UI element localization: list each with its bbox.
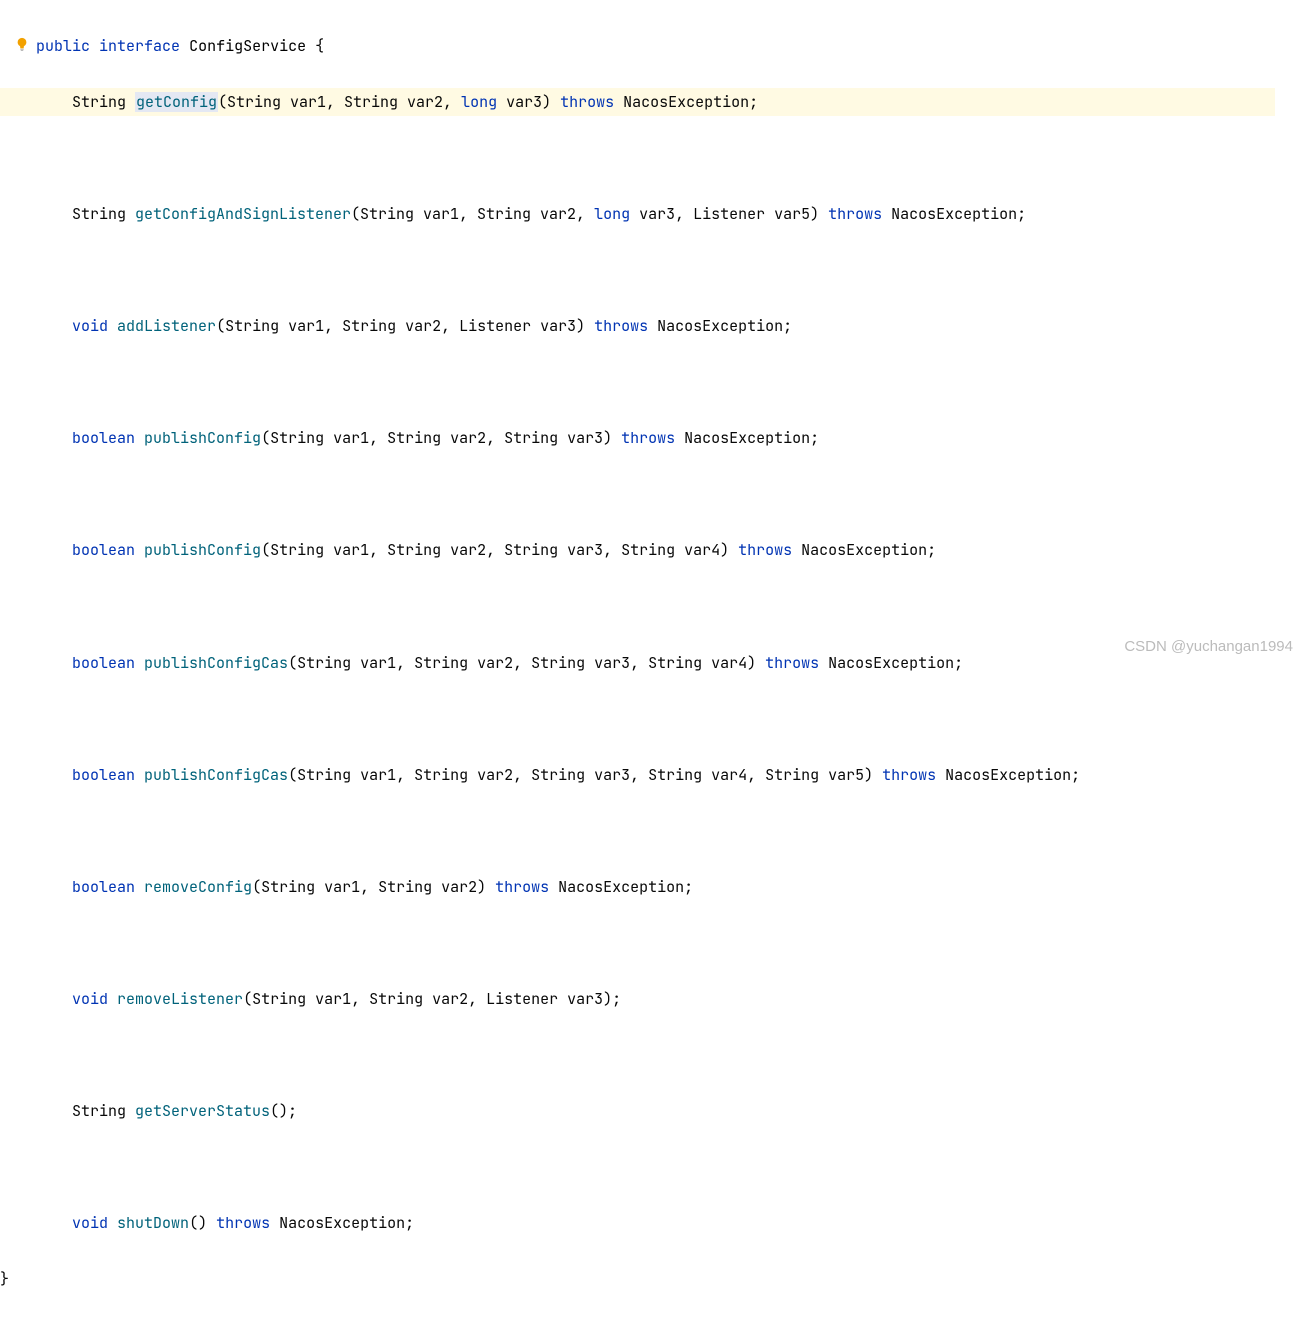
return-type: String bbox=[72, 204, 135, 224]
blank-line[interactable] bbox=[36, 480, 1311, 508]
blank-line[interactable] bbox=[36, 817, 1311, 845]
code-content[interactable]: public interface ConfigService { String … bbox=[36, 0, 1311, 1338]
params: (String var1, String var2, String var3, … bbox=[288, 653, 765, 673]
method-name: shutDown bbox=[117, 1213, 189, 1233]
method-name: publishConfigCas bbox=[144, 653, 288, 673]
params: (String var1, String var2, Listener var3… bbox=[243, 989, 621, 1009]
blank-line[interactable] bbox=[36, 705, 1311, 733]
method-name: getConfigAndSignListener bbox=[135, 204, 351, 224]
blank-line[interactable] bbox=[36, 929, 1311, 957]
blank-line[interactable] bbox=[36, 593, 1311, 621]
keyword-void: void bbox=[72, 316, 108, 336]
params: (String var1, String var2, Listener var3… bbox=[216, 316, 594, 336]
exception: NacosException; bbox=[936, 765, 1080, 785]
code-line[interactable]: boolean removeConfig(String var1, String… bbox=[36, 873, 1311, 901]
code-editor[interactable]: public interface ConfigService { String … bbox=[0, 0, 1311, 1338]
params: (String var1, String var2) bbox=[252, 877, 495, 897]
keyword-boolean: boolean bbox=[72, 428, 135, 448]
method-name: publishConfig bbox=[144, 428, 261, 448]
exception: NacosException; bbox=[549, 877, 693, 897]
params: (String var1, String var2, String var3) bbox=[261, 428, 621, 448]
keyword-boolean: boolean bbox=[72, 765, 135, 785]
exception: NacosException; bbox=[792, 540, 936, 560]
keyword-boolean: boolean bbox=[72, 653, 135, 673]
keyword-throws: throws bbox=[765, 653, 819, 673]
code-line[interactable]: boolean publishConfig(String var1, Strin… bbox=[36, 424, 1311, 452]
keyword-throws: throws bbox=[216, 1213, 270, 1233]
blank-line[interactable] bbox=[36, 1153, 1311, 1181]
keyword-boolean: boolean bbox=[72, 540, 135, 560]
code-line[interactable]: boolean publishConfig(String var1, Strin… bbox=[36, 536, 1311, 564]
return-type: String bbox=[72, 92, 135, 112]
keyword-throws: throws bbox=[594, 316, 648, 336]
return-type: String bbox=[72, 1101, 135, 1121]
params: (String var1, String var2, String var3, … bbox=[288, 765, 882, 785]
watermark: CSDN @yuchangan1994 bbox=[1124, 633, 1293, 661]
method-name: removeConfig bbox=[144, 877, 252, 897]
code-line[interactable]: void shutDown() throws NacosException; bbox=[36, 1209, 1311, 1237]
params: (String var1, String var2, String var3, … bbox=[261, 540, 738, 560]
method-name: removeListener bbox=[117, 989, 243, 1009]
method-name: getConfig bbox=[135, 92, 218, 112]
params: () bbox=[189, 1213, 216, 1233]
keyword-interface: interface bbox=[99, 36, 180, 56]
params: (); bbox=[270, 1101, 297, 1121]
exception: NacosException; bbox=[270, 1213, 414, 1233]
exception: NacosException; bbox=[648, 316, 792, 336]
keyword-throws: throws bbox=[828, 204, 882, 224]
code-line[interactable]: boolean publishConfigCas(String var1, St… bbox=[36, 761, 1311, 789]
exception: NacosException; bbox=[882, 204, 1026, 224]
keyword-long: long bbox=[461, 92, 497, 112]
code-line[interactable]: void removeListener(String var1, String … bbox=[36, 985, 1311, 1013]
brace: { bbox=[306, 36, 324, 56]
keyword-public: public bbox=[36, 36, 90, 56]
exception: NacosException; bbox=[819, 653, 963, 673]
params: (String var1, String var2, bbox=[218, 92, 461, 112]
blank-line[interactable] bbox=[36, 1041, 1311, 1069]
keyword-void: void bbox=[72, 989, 108, 1009]
intention-bulb-icon[interactable] bbox=[15, 32, 29, 46]
code-line[interactable]: public interface ConfigService { bbox=[36, 32, 1311, 60]
keyword-throws: throws bbox=[738, 540, 792, 560]
keyword-boolean: boolean bbox=[72, 877, 135, 897]
blank-line[interactable] bbox=[36, 368, 1311, 396]
keyword-void: void bbox=[72, 1213, 108, 1233]
keyword-throws: throws bbox=[495, 877, 549, 897]
method-name: getServerStatus bbox=[135, 1101, 270, 1121]
code-line[interactable]: String getConfigAndSignListener(String v… bbox=[36, 200, 1311, 228]
code-line-highlighted[interactable]: String getConfig(String var1, String var… bbox=[0, 88, 1275, 116]
params: (String var1, String var2, bbox=[351, 204, 594, 224]
code-line[interactable]: String getServerStatus(); bbox=[36, 1097, 1311, 1125]
class-name: ConfigService bbox=[189, 36, 306, 56]
code-line[interactable]: } bbox=[36, 1265, 1311, 1293]
code-line[interactable]: boolean publishConfigCas(String var1, St… bbox=[36, 649, 1311, 677]
keyword-long: long bbox=[594, 204, 630, 224]
close-brace: } bbox=[0, 1269, 9, 1289]
method-name: publishConfig bbox=[144, 540, 261, 560]
code-line[interactable]: void addListener(String var1, String var… bbox=[36, 312, 1311, 340]
keyword-throws: throws bbox=[560, 92, 614, 112]
method-name: addListener bbox=[117, 316, 216, 336]
blank-line[interactable] bbox=[36, 256, 1311, 284]
exception: NacosException; bbox=[675, 428, 819, 448]
gutter bbox=[0, 0, 36, 1338]
keyword-throws: throws bbox=[882, 765, 936, 785]
method-name: publishConfigCas bbox=[144, 765, 288, 785]
keyword-throws: throws bbox=[621, 428, 675, 448]
blank-line[interactable] bbox=[36, 144, 1311, 172]
exception: NacosException; bbox=[614, 92, 758, 112]
